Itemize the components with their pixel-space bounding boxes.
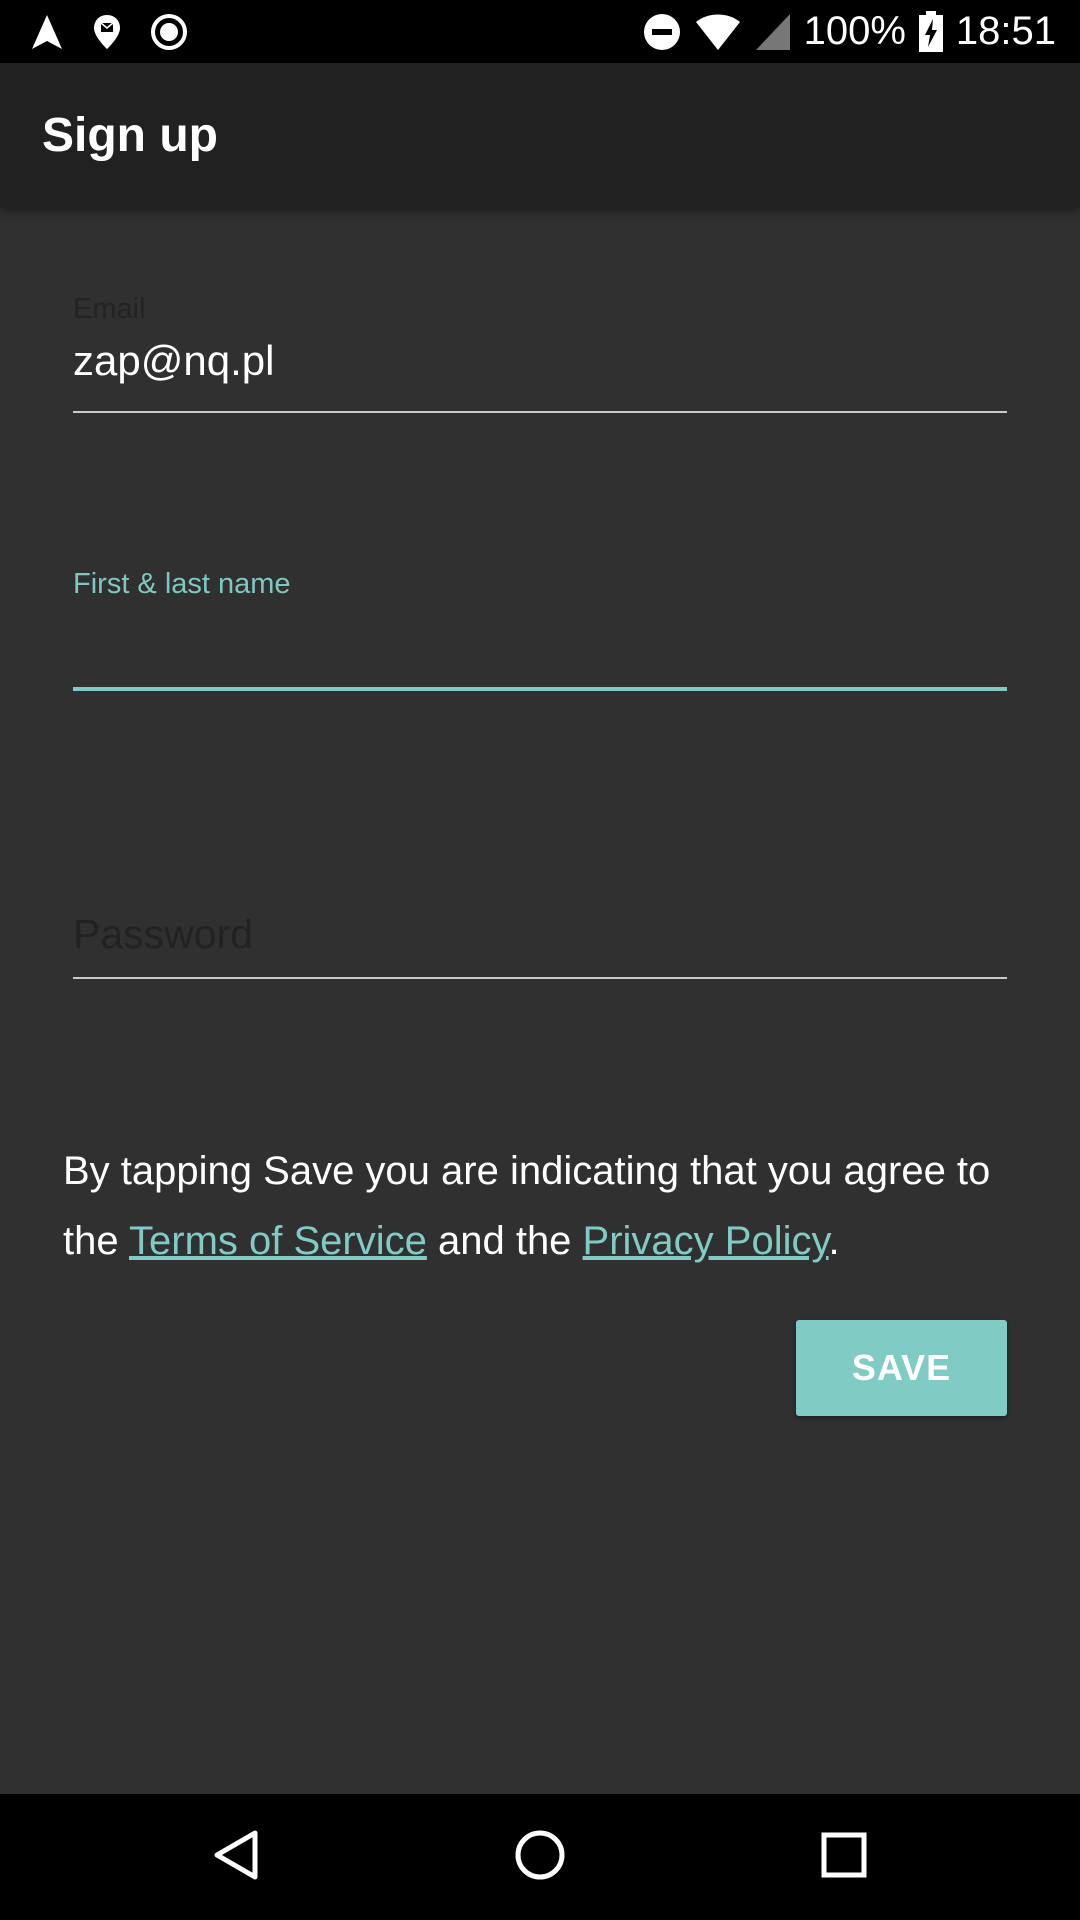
terms-suffix: . <box>828 1219 840 1263</box>
terms-of-service-link[interactable]: Terms of Service <box>129 1219 427 1263</box>
back-button[interactable] <box>176 1794 296 1920</box>
email-underline <box>73 411 1007 413</box>
navigation-arrow-icon <box>30 13 64 51</box>
home-icon <box>514 1829 566 1886</box>
name-label: First & last name <box>73 568 291 600</box>
cell-signal-icon <box>754 12 792 52</box>
name-field[interactable]: First & last name <box>73 568 1007 703</box>
back-icon <box>213 1829 259 1886</box>
name-underline <box>73 687 1007 691</box>
battery-percent: 100% <box>803 9 906 53</box>
home-button[interactable] <box>480 1794 600 1920</box>
location-pin-icon <box>92 13 122 51</box>
navigation-bar <box>0 1794 1080 1920</box>
status-bar: 100% 18:51 <box>0 0 1080 63</box>
save-button[interactable]: SAVE <box>796 1320 1007 1416</box>
status-right-icons: 100% 18:51 <box>642 0 1056 63</box>
recents-icon <box>821 1832 867 1883</box>
email-label: Email <box>73 293 146 325</box>
terms-text: By tapping Save you are indicating that … <box>63 1136 1013 1276</box>
app-bar: Sign up <box>0 63 1080 208</box>
password-underline <box>73 977 1007 979</box>
password-field[interactable]: Password <box>73 908 1007 1018</box>
clock: 18:51 <box>955 9 1056 53</box>
recents-button[interactable] <box>784 1794 904 1920</box>
do-not-disturb-icon <box>642 12 682 52</box>
wifi-icon <box>694 12 742 52</box>
battery-charging-icon <box>918 10 944 53</box>
terms-middle: and the <box>426 1219 583 1263</box>
email-value[interactable]: zap@nq.pl <box>73 337 274 385</box>
record-circle-icon <box>150 13 188 51</box>
email-field[interactable]: Email zap@nq.pl <box>73 293 1007 423</box>
password-placeholder[interactable]: Password <box>73 911 253 958</box>
privacy-policy-link[interactable]: Privacy Policy <box>583 1219 829 1263</box>
signup-form: Email zap@nq.pl First & last name Passwo… <box>0 208 1080 1794</box>
screen: 100% 18:51 Sign up Email zap@nq.pl First… <box>0 0 1080 1920</box>
page-title: Sign up <box>42 109 218 162</box>
status-left-icons <box>30 0 188 63</box>
